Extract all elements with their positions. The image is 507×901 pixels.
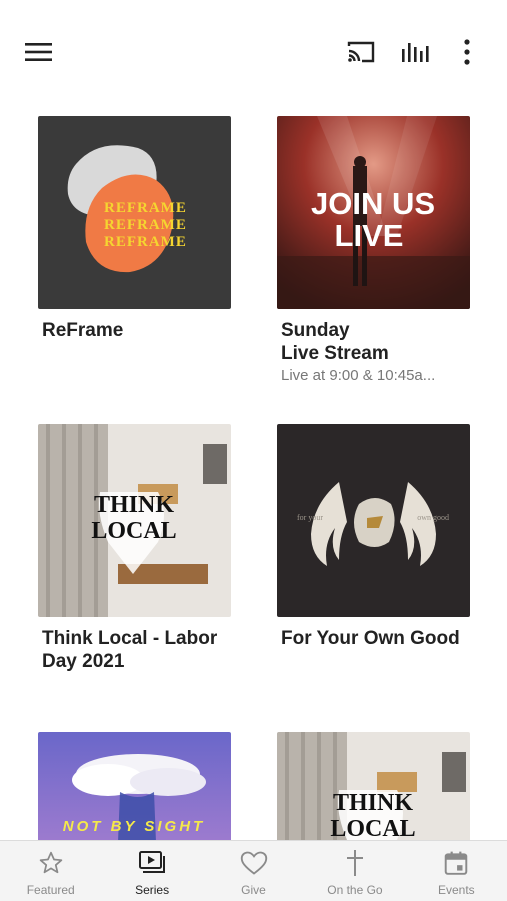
- series-artwork-think-local[interactable]: THINK LOCAL: [38, 424, 231, 617]
- series-card-not-by-sight[interactable]: NOT BY SIGHT: [38, 732, 233, 840]
- series-card-for-your-own-good[interactable]: for your own good For Your Own Good: [277, 424, 472, 650]
- tab-on-the-go[interactable]: On the Go: [304, 841, 405, 901]
- svg-text:JOIN US: JOIN US: [311, 186, 435, 221]
- svg-text:LIVE: LIVE: [335, 218, 404, 253]
- svg-text:REFRAME: REFRAME: [104, 200, 187, 216]
- series-artwork-not-by-sight[interactable]: NOT BY SIGHT: [38, 732, 231, 840]
- play-stack-icon: [138, 849, 166, 877]
- audio-bars-icon[interactable]: [394, 34, 436, 70]
- series-artwork-reframe[interactable]: REFRAME REFRAME REFRAME: [38, 116, 231, 309]
- top-app-bar: [0, 0, 507, 100]
- series-card-reframe[interactable]: REFRAME REFRAME REFRAME ReFrame: [38, 116, 233, 342]
- svg-text:for your: for your: [297, 513, 323, 522]
- series-artwork-live-stream[interactable]: JOIN US LIVE: [277, 116, 470, 309]
- tab-events[interactable]: Events: [406, 841, 507, 901]
- hamburger-menu-icon[interactable]: [20, 34, 58, 70]
- series-artwork-for-your-own-good[interactable]: for your own good: [277, 424, 470, 617]
- tab-label: Series: [135, 883, 170, 897]
- series-title: For Your Own Good: [281, 628, 460, 649]
- calendar-icon: [443, 849, 469, 877]
- tab-label: Events: [437, 883, 475, 897]
- svg-text:THINK: THINK: [94, 492, 174, 518]
- series-grid: REFRAME REFRAME REFRAME ReFrame JOIN US …: [0, 100, 507, 840]
- series-title: Sunday Live Stream: [281, 319, 481, 365]
- series-card-think-local-2[interactable]: THINK LOCAL: [277, 732, 472, 840]
- tab-label: Featured: [26, 883, 75, 897]
- series-title: ReFrame: [42, 320, 124, 341]
- tab-featured[interactable]: Featured: [0, 841, 101, 901]
- series-title: Think Local - Labor Day 2021: [42, 628, 218, 672]
- tab-give[interactable]: Give: [203, 841, 304, 901]
- svg-text:REFRAME: REFRAME: [104, 234, 187, 250]
- svg-text:own good: own good: [417, 513, 449, 522]
- svg-text:REFRAME: REFRAME: [104, 217, 187, 233]
- series-title-line-2: Live Stream: [281, 343, 389, 364]
- series-card-think-local[interactable]: THINK LOCAL Think Local - Labor Day 2021: [38, 424, 233, 673]
- series-artwork-think-local-2[interactable]: THINK LOCAL: [277, 732, 470, 840]
- bottom-tab-bar: Featured Series Give On the Go Events: [0, 840, 507, 901]
- series-card-live-stream[interactable]: JOIN US LIVE Sunday Live Stream Live at …: [277, 116, 472, 386]
- series-title-line-1: Sunday: [281, 320, 350, 341]
- series-subtitle: Live at 9:00 & 10:45a...: [281, 367, 436, 384]
- tab-label: On the Go: [327, 883, 383, 897]
- heart-icon: [240, 849, 268, 877]
- cast-icon[interactable]: [340, 34, 382, 70]
- svg-text:NOT BY SIGHT: NOT BY SIGHT: [63, 818, 205, 835]
- cross-icon: [344, 849, 366, 877]
- svg-text:THINK: THINK: [333, 790, 413, 816]
- tab-series[interactable]: Series: [101, 841, 202, 901]
- star-icon: [38, 849, 64, 877]
- svg-text:LOCAL: LOCAL: [91, 518, 176, 544]
- more-vertical-icon[interactable]: [452, 34, 482, 70]
- tab-label: Give: [241, 883, 266, 897]
- svg-text:LOCAL: LOCAL: [330, 816, 415, 840]
